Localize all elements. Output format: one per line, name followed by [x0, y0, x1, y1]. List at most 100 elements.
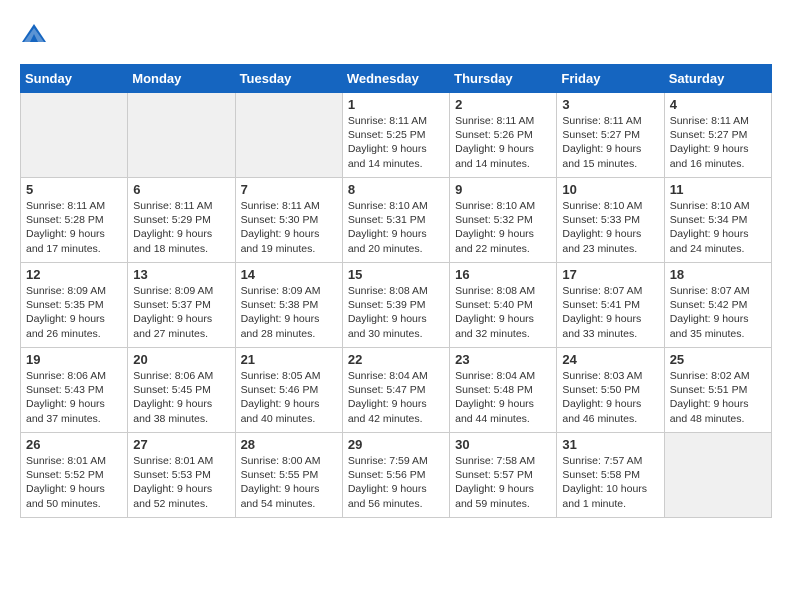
page-header — [20, 20, 772, 48]
week-row-2: 5 Sunrise: 8:11 AM Sunset: 5:28 PM Daylig… — [21, 178, 772, 263]
logo — [20, 20, 52, 48]
calendar-cell: 28 Sunrise: 8:00 AM Sunset: 5:55 PM Dayli… — [235, 433, 342, 518]
day-info: Sunrise: 8:02 AM Sunset: 5:51 PM Dayligh… — [670, 369, 766, 426]
day-info: Sunrise: 8:10 AM Sunset: 5:32 PM Dayligh… — [455, 199, 551, 256]
calendar-cell: 16Sunrise: 8:08 AM Sunset: 5:40 PM Dayli… — [450, 263, 557, 348]
calendar-cell — [21, 93, 128, 178]
day-number: 2 — [455, 97, 551, 112]
calendar-cell — [664, 433, 771, 518]
day-number: 11 — [670, 182, 766, 197]
calendar-cell: 1Sunrise: 8:11 AM Sunset: 5:25 PM Daylig… — [342, 93, 449, 178]
calendar-cell: 11 Sunrise: 8:10 AM Sunset: 5:34 PM Dayli… — [664, 178, 771, 263]
day-info: Sunrise: 8:11 AM Sunset: 5:26 PM Dayligh… — [455, 114, 551, 171]
day-number: 13 — [133, 267, 229, 282]
calendar-cell: 13 Sunrise: 8:09 AM Sunset: 5:37 PM Dayli… — [128, 263, 235, 348]
day-info: Sunrise: 8:05 AM Sunset: 5:46 PM Dayligh… — [241, 369, 337, 426]
calendar-cell: 20 Sunrise: 8:06 AM Sunset: 5:45 PM Dayli… — [128, 348, 235, 433]
weekday-header-monday: Monday — [128, 65, 235, 93]
calendar-table: SundayMondayTuesdayWednesdayThursdayFrid… — [20, 64, 772, 518]
day-number: 6 — [133, 182, 229, 197]
calendar-cell: 26 Sunrise: 8:01 AM Sunset: 5:52 PM Dayli… — [21, 433, 128, 518]
day-info: Sunrise: 8:04 AM Sunset: 5:47 PM Dayligh… — [348, 369, 444, 426]
day-number: 4 — [670, 97, 766, 112]
day-number: 3 — [562, 97, 658, 112]
day-info: Sunrise: 8:10 AM Sunset: 5:34 PM Dayligh… — [670, 199, 766, 256]
week-row-3: 12 Sunrise: 8:09 AM Sunset: 5:35 PM Dayli… — [21, 263, 772, 348]
calendar-cell: 4 Sunrise: 8:11 AM Sunset: 5:27 PM Daylig… — [664, 93, 771, 178]
day-info: Sunrise: 8:11 AM Sunset: 5:28 PM Dayligh… — [26, 199, 122, 256]
weekday-header-tuesday: Tuesday — [235, 65, 342, 93]
calendar-cell: 30Sunrise: 7:58 AM Sunset: 5:57 PM Dayli… — [450, 433, 557, 518]
calendar-cell: 15Sunrise: 8:08 AM Sunset: 5:39 PM Dayli… — [342, 263, 449, 348]
weekday-header-saturday: Saturday — [664, 65, 771, 93]
day-info: Sunrise: 7:59 AM Sunset: 5:56 PM Dayligh… — [348, 454, 444, 511]
weekday-header-row: SundayMondayTuesdayWednesdayThursdayFrid… — [21, 65, 772, 93]
day-number: 16 — [455, 267, 551, 282]
day-number: 20 — [133, 352, 229, 367]
day-info: Sunrise: 8:04 AM Sunset: 5:48 PM Dayligh… — [455, 369, 551, 426]
calendar-cell: 24 Sunrise: 8:03 AM Sunset: 5:50 PM Dayli… — [557, 348, 664, 433]
day-number: 15 — [348, 267, 444, 282]
day-number: 17 — [562, 267, 658, 282]
day-info: Sunrise: 8:06 AM Sunset: 5:43 PM Dayligh… — [26, 369, 122, 426]
day-number: 28 — [241, 437, 337, 452]
day-info: Sunrise: 8:03 AM Sunset: 5:50 PM Dayligh… — [562, 369, 658, 426]
calendar-cell: 17 Sunrise: 8:07 AM Sunset: 5:41 PM Dayli… — [557, 263, 664, 348]
day-number: 18 — [670, 267, 766, 282]
calendar-cell: 25 Sunrise: 8:02 AM Sunset: 5:51 PM Dayli… — [664, 348, 771, 433]
weekday-header-sunday: Sunday — [21, 65, 128, 93]
day-info: Sunrise: 8:11 AM Sunset: 5:25 PM Dayligh… — [348, 114, 444, 171]
day-number: 26 — [26, 437, 122, 452]
calendar-cell: 12 Sunrise: 8:09 AM Sunset: 5:35 PM Dayli… — [21, 263, 128, 348]
weekday-header-thursday: Thursday — [450, 65, 557, 93]
day-info: Sunrise: 8:11 AM Sunset: 5:27 PM Dayligh… — [670, 114, 766, 171]
day-number: 24 — [562, 352, 658, 367]
day-number: 5 — [26, 182, 122, 197]
calendar-cell: 6 Sunrise: 8:11 AM Sunset: 5:29 PM Daylig… — [128, 178, 235, 263]
calendar-cell: 9 Sunrise: 8:10 AM Sunset: 5:32 PM Daylig… — [450, 178, 557, 263]
calendar-cell: 23 Sunrise: 8:04 AM Sunset: 5:48 PM Dayli… — [450, 348, 557, 433]
logo-icon — [20, 20, 48, 48]
day-info: Sunrise: 7:57 AM Sunset: 5:58 PM Dayligh… — [562, 454, 658, 511]
day-info: Sunrise: 8:07 AM Sunset: 5:41 PM Dayligh… — [562, 284, 658, 341]
day-info: Sunrise: 8:07 AM Sunset: 5:42 PM Dayligh… — [670, 284, 766, 341]
day-info: Sunrise: 8:00 AM Sunset: 5:55 PM Dayligh… — [241, 454, 337, 511]
day-info: Sunrise: 8:09 AM Sunset: 5:38 PM Dayligh… — [241, 284, 337, 341]
day-number: 14 — [241, 267, 337, 282]
week-row-4: 19Sunrise: 8:06 AM Sunset: 5:43 PM Dayli… — [21, 348, 772, 433]
calendar-cell: 27Sunrise: 8:01 AM Sunset: 5:53 PM Dayli… — [128, 433, 235, 518]
calendar-cell: 31Sunrise: 7:57 AM Sunset: 5:58 PM Dayli… — [557, 433, 664, 518]
calendar-cell: 3 Sunrise: 8:11 AM Sunset: 5:27 PM Daylig… — [557, 93, 664, 178]
calendar-cell — [235, 93, 342, 178]
day-number: 8 — [348, 182, 444, 197]
day-info: Sunrise: 8:06 AM Sunset: 5:45 PM Dayligh… — [133, 369, 229, 426]
calendar-cell: 18 Sunrise: 8:07 AM Sunset: 5:42 PM Dayli… — [664, 263, 771, 348]
day-info: Sunrise: 8:11 AM Sunset: 5:27 PM Dayligh… — [562, 114, 658, 171]
day-number: 7 — [241, 182, 337, 197]
week-row-5: 26 Sunrise: 8:01 AM Sunset: 5:52 PM Dayli… — [21, 433, 772, 518]
day-info: Sunrise: 8:10 AM Sunset: 5:31 PM Dayligh… — [348, 199, 444, 256]
day-number: 25 — [670, 352, 766, 367]
calendar-cell — [128, 93, 235, 178]
day-info: Sunrise: 8:01 AM Sunset: 5:52 PM Dayligh… — [26, 454, 122, 511]
day-number: 12 — [26, 267, 122, 282]
calendar-cell: 5 Sunrise: 8:11 AM Sunset: 5:28 PM Daylig… — [21, 178, 128, 263]
calendar-cell: 14 Sunrise: 8:09 AM Sunset: 5:38 PM Dayli… — [235, 263, 342, 348]
day-number: 10 — [562, 182, 658, 197]
day-number: 23 — [455, 352, 551, 367]
day-info: Sunrise: 8:11 AM Sunset: 5:29 PM Dayligh… — [133, 199, 229, 256]
day-number: 9 — [455, 182, 551, 197]
week-row-1: 1Sunrise: 8:11 AM Sunset: 5:25 PM Daylig… — [21, 93, 772, 178]
day-info: Sunrise: 8:10 AM Sunset: 5:33 PM Dayligh… — [562, 199, 658, 256]
calendar-cell: 7 Sunrise: 8:11 AM Sunset: 5:30 PM Daylig… — [235, 178, 342, 263]
day-info: Sunrise: 8:11 AM Sunset: 5:30 PM Dayligh… — [241, 199, 337, 256]
day-number: 27 — [133, 437, 229, 452]
day-info: Sunrise: 7:58 AM Sunset: 5:57 PM Dayligh… — [455, 454, 551, 511]
day-info: Sunrise: 8:09 AM Sunset: 5:35 PM Dayligh… — [26, 284, 122, 341]
calendar-cell: 19Sunrise: 8:06 AM Sunset: 5:43 PM Dayli… — [21, 348, 128, 433]
weekday-header-wednesday: Wednesday — [342, 65, 449, 93]
calendar-cell: 22Sunrise: 8:04 AM Sunset: 5:47 PM Dayli… — [342, 348, 449, 433]
calendar-cell: 29 Sunrise: 7:59 AM Sunset: 5:56 PM Dayli… — [342, 433, 449, 518]
day-info: Sunrise: 8:09 AM Sunset: 5:37 PM Dayligh… — [133, 284, 229, 341]
day-number: 29 — [348, 437, 444, 452]
